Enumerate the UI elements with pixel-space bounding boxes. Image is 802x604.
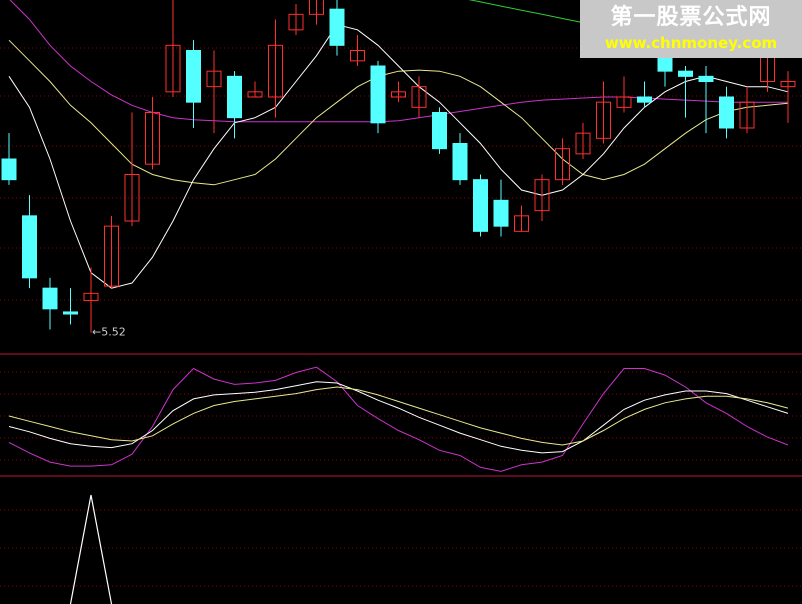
- candle: [329, 0, 345, 56]
- candle: [63, 288, 78, 325]
- price-low-annotation: ←5.52: [92, 326, 126, 339]
- candle-body-down: [329, 8, 345, 46]
- candle: [514, 205, 529, 232]
- candle: [1, 133, 17, 185]
- signal-spike-line: [69, 494, 113, 604]
- candle-body-down: [432, 112, 447, 150]
- candle-body-down: [22, 215, 37, 279]
- candle: [534, 174, 550, 221]
- candle: [596, 81, 611, 144]
- candle: [575, 122, 591, 159]
- candle: [124, 112, 140, 227]
- watermark-title: 第一股票公式网: [610, 5, 772, 30]
- candlestick-indicator-chart: ←5.52: [0, 0, 802, 604]
- oscillator-line-1: [8, 366, 789, 472]
- candle: [268, 19, 283, 118]
- candle-body-down: [227, 75, 242, 119]
- candle-body-down: [719, 96, 734, 129]
- candle-body-down: [473, 179, 488, 232]
- candle-body-down: [370, 65, 386, 124]
- candle: [411, 76, 427, 118]
- candle: [555, 138, 570, 185]
- candle: [350, 35, 365, 66]
- candle-body-down: [678, 70, 693, 77]
- candle: [452, 133, 468, 185]
- candle-body-down: [637, 96, 652, 103]
- candle: [186, 40, 201, 128]
- candle: [432, 107, 447, 154]
- candle: [473, 174, 488, 237]
- candle-body-down: [698, 75, 714, 83]
- candle-body-down: [1, 158, 17, 181]
- candle: [739, 86, 755, 134]
- candle-body-down: [42, 287, 58, 310]
- candle: [309, 0, 324, 25]
- candle-body-down: [186, 50, 201, 103]
- candle-body-down: [63, 311, 78, 315]
- candle: [42, 277, 58, 330]
- grid-layer: [0, 47, 802, 587]
- watermark: 第一股票公式网 www.chnmoney.com: [580, 0, 802, 58]
- candle: [780, 71, 796, 123]
- candle: [145, 97, 160, 170]
- oscillator-line-2: [8, 381, 789, 454]
- oscillator-line-3: [8, 386, 789, 446]
- watermark-url: www.chnmoney.com: [604, 34, 778, 52]
- candle: [678, 66, 693, 118]
- candle: [719, 86, 734, 139]
- candle: [22, 195, 37, 289]
- candle-body-down: [452, 143, 468, 181]
- oscillator-layer: [8, 366, 789, 472]
- candle: [104, 215, 119, 289]
- candle: [288, 4, 304, 35]
- signal-layer: [69, 494, 113, 604]
- candle: [83, 267, 99, 333]
- candle: [247, 81, 263, 98]
- candle: [391, 81, 406, 103]
- candle: [370, 60, 386, 134]
- candle-body-down: [493, 199, 509, 227]
- candle: [616, 76, 632, 113]
- candle: [493, 179, 509, 237]
